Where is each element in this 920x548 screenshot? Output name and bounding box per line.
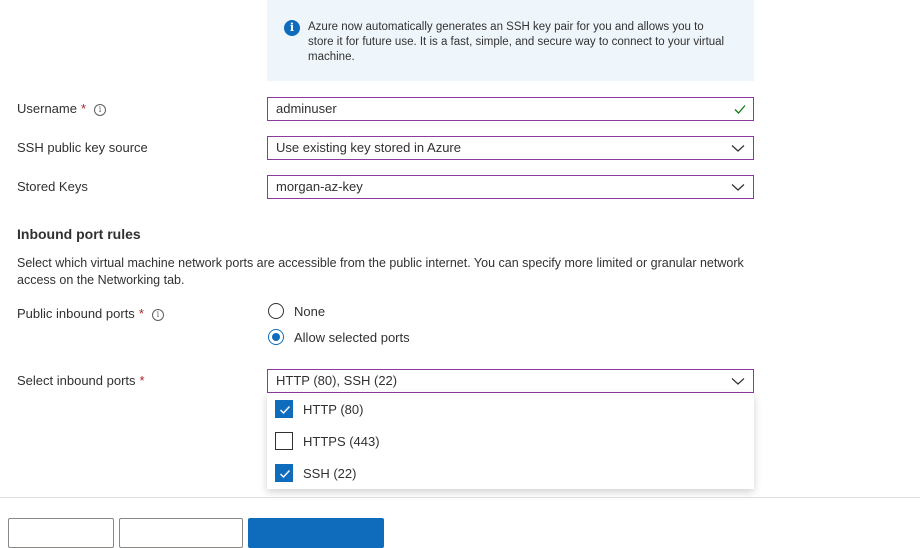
chevron-down-icon [731,378,745,385]
required-marker: * [80,101,87,116]
username-input[interactable]: adminuser [267,97,754,121]
inbound-rules-heading: Inbound port rules [17,226,141,242]
inbound-ports-dropdown[interactable]: HTTP (80), SSH (22) [267,369,754,393]
public-ports-label: Public inbound ports * i [17,306,164,322]
radio-none[interactable] [268,303,284,319]
checkmark-icon [280,406,291,415]
checkbox-http[interactable] [275,400,293,418]
username-value: adminuser [276,101,337,116]
checkbox-https[interactable] [275,432,293,450]
port-option-label: SSH (22) [303,466,357,481]
footer-button-previous[interactable] [8,518,114,548]
stored-keys-label: Stored Keys [17,179,88,194]
checkmark-icon [734,105,746,114]
radio-allow-selected[interactable] [268,329,284,345]
radio-allow-selected-label[interactable]: Allow selected ports [294,330,410,345]
footer-divider [0,497,920,498]
footer-button-review-create[interactable] [248,518,384,548]
required-marker: * [139,373,145,388]
username-label: Username * i [17,101,107,117]
info-icon: i [284,20,300,36]
stored-keys-value: morgan-az-key [276,179,363,194]
footer-button-next[interactable] [119,518,243,548]
checkbox-ssh[interactable] [275,464,293,482]
port-option-label: HTTP (80) [303,402,364,417]
required-marker: * [138,306,144,321]
checkmark-icon [280,470,291,479]
ssh-source-dropdown[interactable]: Use existing key stored in Azure [267,136,754,160]
inbound-ports-menu: HTTP (80) HTTPS (443) SSH (22) [267,393,754,489]
chevron-down-icon [731,145,745,152]
info-tooltip-icon[interactable]: i [94,104,107,116]
stored-keys-dropdown[interactable]: morgan-az-key [267,175,754,199]
port-option-label: HTTPS (443) [303,434,380,449]
select-ports-label: Select inbound ports * [17,373,145,388]
radio-none-label[interactable]: None [294,304,325,319]
info-tooltip-icon[interactable]: i [151,309,164,321]
inbound-ports-value: HTTP (80), SSH (22) [276,373,398,388]
ssh-source-label: SSH public key source [17,140,148,155]
ssh-source-value: Use existing key stored in Azure [276,140,461,155]
inbound-rules-description: Select which virtual machine network por… [17,256,744,287]
chevron-down-icon [731,184,745,191]
ssh-info-text: Azure now automatically generates an SSH… [308,21,725,63]
